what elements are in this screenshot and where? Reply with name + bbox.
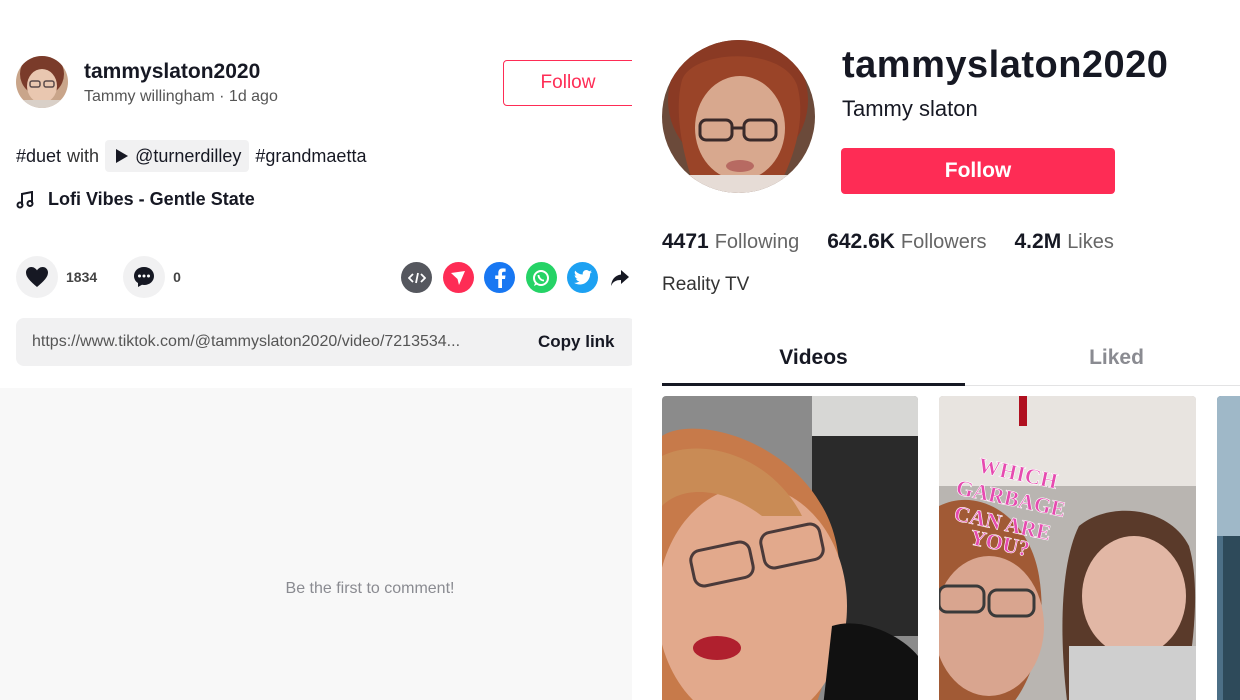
post-actions: 1834 0 [16,256,207,298]
comment-icon [134,267,155,287]
video-thumbnail[interactable]: WHICH GARBAGE CAN ARE YOU? [939,396,1196,700]
share-arrow-icon[interactable] [609,262,631,293]
followers-count: 642.6K [827,230,895,253]
following-count: 4471 [662,230,709,253]
likes-stat: 4.2M Likes [1015,230,1114,254]
hashtag-duet[interactable]: #duet [16,146,61,167]
profile-panel: tammyslaton2020 Tammy slaton Follow 4471… [632,0,1240,700]
embed-icon[interactable] [401,262,432,293]
comment-button[interactable] [123,256,166,298]
likes-count: 4.2M [1014,230,1062,253]
video-link-url[interactable]: https://www.tiktok.com/@tammyslaton2020/… [32,333,522,351]
music-title: Lofi Vibes - Gentle State [48,189,255,209]
copy-link-bar: https://www.tiktok.com/@tammyslaton2020/… [16,318,632,366]
duet-user-link[interactable]: @turnerdilley [135,146,241,167]
twitter-icon[interactable] [567,262,598,293]
desc-with-text: with [67,145,100,166]
heart-icon [26,267,48,287]
likes-label: Likes [1067,231,1114,253]
screenshot-root: tammyslaton2020 Tammy willingham · 1d ag… [0,0,1240,700]
empty-comments-text: Be the first to comment! [285,580,455,597]
tab-videos[interactable]: Videos [662,346,965,370]
profile-display-name: Tammy slaton [842,96,978,121]
post-follow-button[interactable]: Follow [503,60,632,106]
music-link[interactable]: Lofi Vibes - Gentle State [16,189,255,210]
send-icon[interactable] [442,262,474,293]
comments-area: Be the first to comment! [0,388,632,700]
profile-follow-button[interactable]: Follow [841,148,1115,194]
author-subtitle: Tammy willingham · 1d ago [84,87,278,105]
author-handle[interactable]: tammyslaton2020 [84,59,278,85]
author-avatar[interactable] [16,56,68,108]
profile-avatar [662,40,815,193]
active-tab-indicator [662,383,965,386]
tab-liked[interactable]: Liked [965,346,1240,370]
author-text: tammyslaton2020 Tammy willingham · 1d ag… [84,59,278,106]
share-icons [401,262,632,293]
following-stat[interactable]: 4471 Following [662,230,799,254]
duet-user-chip[interactable]: @turnerdilley [105,140,250,172]
like-count: 1834 [66,269,98,285]
facebook-icon[interactable] [484,262,515,293]
comment-count: 0 [173,269,181,285]
copy-link-button[interactable]: Copy link [538,332,615,352]
profile-stats: 4471 Following 642.6K Followers 4.2M Likes [662,230,1142,254]
profile-handle: tammyslaton2020 [842,44,1169,86]
hashtag-grandmaetta[interactable]: #grandmaetta [255,146,366,167]
music-note-icon [16,190,34,208]
post-panel: tammyslaton2020 Tammy willingham · 1d ag… [0,0,632,700]
following-label: Following [714,231,800,253]
profile-tabs: Videos Liked [662,338,1240,386]
followers-stat[interactable]: 642.6K Followers [827,230,986,254]
video-grid: WHICH GARBAGE CAN ARE YOU? [662,396,1240,700]
video-thumbnail[interactable] [1217,396,1240,700]
post-author[interactable]: tammyslaton2020 Tammy willingham · 1d ag… [16,56,278,108]
followers-label: Followers [900,231,987,253]
play-icon [116,149,129,163]
video-thumbnail[interactable] [662,396,918,700]
like-button[interactable] [16,256,58,298]
post-description: #duet with @turnerdilley #grandmaetta [16,140,366,172]
whatsapp-icon[interactable] [525,262,557,293]
profile-bio: Reality TV [662,274,750,295]
